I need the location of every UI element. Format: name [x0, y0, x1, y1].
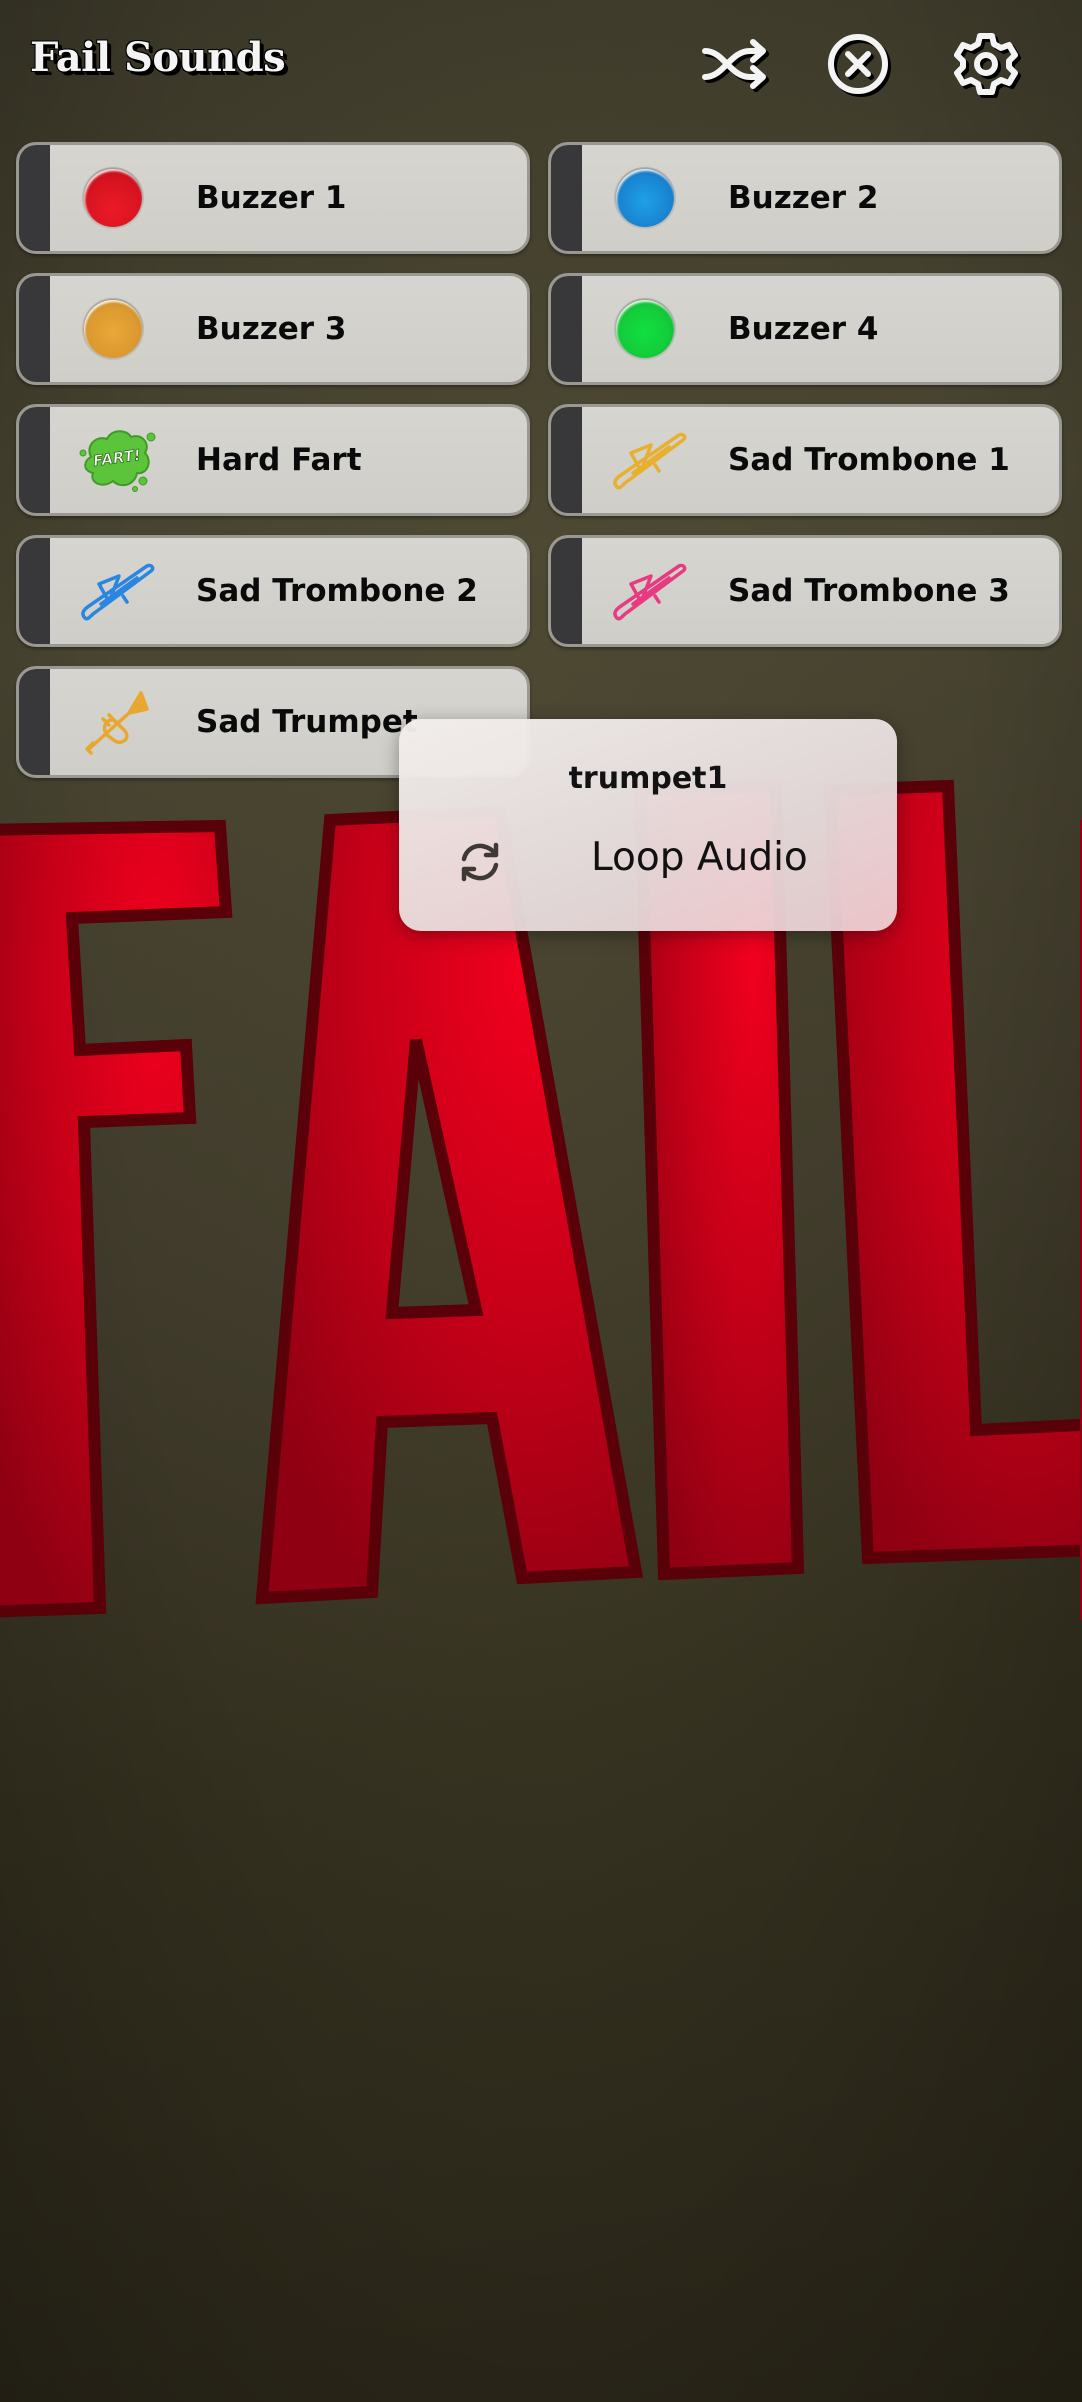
sound-label: Sad Trombone 3 [728, 573, 1010, 609]
button-strip [551, 145, 582, 251]
app-header: Fail Sounds [0, 0, 1082, 130]
sound-label: Sad Trumpet [196, 704, 418, 740]
app-title: Fail Sounds [30, 34, 286, 81]
sound-button-sad-trombone-2[interactable]: Sad Trombone 2 [16, 535, 530, 647]
sound-button-buzzer-2[interactable]: Buzzer 2 [548, 142, 1062, 254]
context-menu: trumpet1 Loop Audio [399, 719, 897, 931]
sound-label: Hard Fart [196, 442, 362, 478]
trombone-icon [611, 556, 691, 626]
sound-button-sad-trombone-1[interactable]: Sad Trombone 1 [548, 404, 1062, 516]
loop-audio-menu-item[interactable]: Loop Audio [439, 827, 859, 897]
loop-audio-label: Loop Audio [591, 835, 808, 880]
button-strip [19, 669, 50, 775]
trumpet-icon [85, 687, 157, 759]
sound-button-buzzer-1[interactable]: Buzzer 1 [16, 142, 530, 254]
button-strip [19, 538, 50, 644]
sound-label: Buzzer 3 [196, 311, 347, 347]
red-buzzer-icon [81, 166, 145, 230]
sound-label: Sad Trombone 1 [728, 442, 1010, 478]
sound-label: Sad Trombone 2 [196, 573, 478, 609]
button-strip [19, 276, 50, 382]
shuffle-icon [702, 39, 766, 89]
orange-buzzer-icon [81, 297, 145, 361]
trombone-icon [611, 425, 691, 495]
sound-button-buzzer-4[interactable]: Buzzer 4 [548, 273, 1062, 385]
sound-label: Buzzer 2 [728, 180, 879, 216]
stop-all-button[interactable] [820, 28, 896, 100]
sound-label: Buzzer 1 [196, 180, 347, 216]
context-menu-title: trumpet1 [568, 761, 728, 796]
button-strip [551, 538, 582, 644]
sound-button-buzzer-3[interactable]: Buzzer 3 [16, 273, 530, 385]
sound-button-sad-trombone-3[interactable]: Sad Trombone 3 [548, 535, 1062, 647]
button-strip [19, 407, 50, 513]
button-strip [19, 145, 50, 251]
green-buzzer-icon [613, 297, 677, 361]
gear-icon [954, 33, 1018, 95]
button-strip [551, 407, 582, 513]
button-strip [551, 276, 582, 382]
settings-button[interactable] [948, 28, 1024, 100]
close-circle-icon [828, 34, 888, 94]
sound-label: Buzzer 4 [728, 311, 879, 347]
loop-icon [461, 842, 499, 882]
trombone-icon [79, 556, 159, 626]
sound-button-hard-fart[interactable]: FART! Hard Fart [16, 404, 530, 516]
fail-letter-f [0, 819, 233, 1618]
fart-cloud-icon: FART! [77, 423, 157, 497]
blue-buzzer-icon [613, 166, 677, 230]
shuffle-button[interactable] [697, 28, 773, 100]
